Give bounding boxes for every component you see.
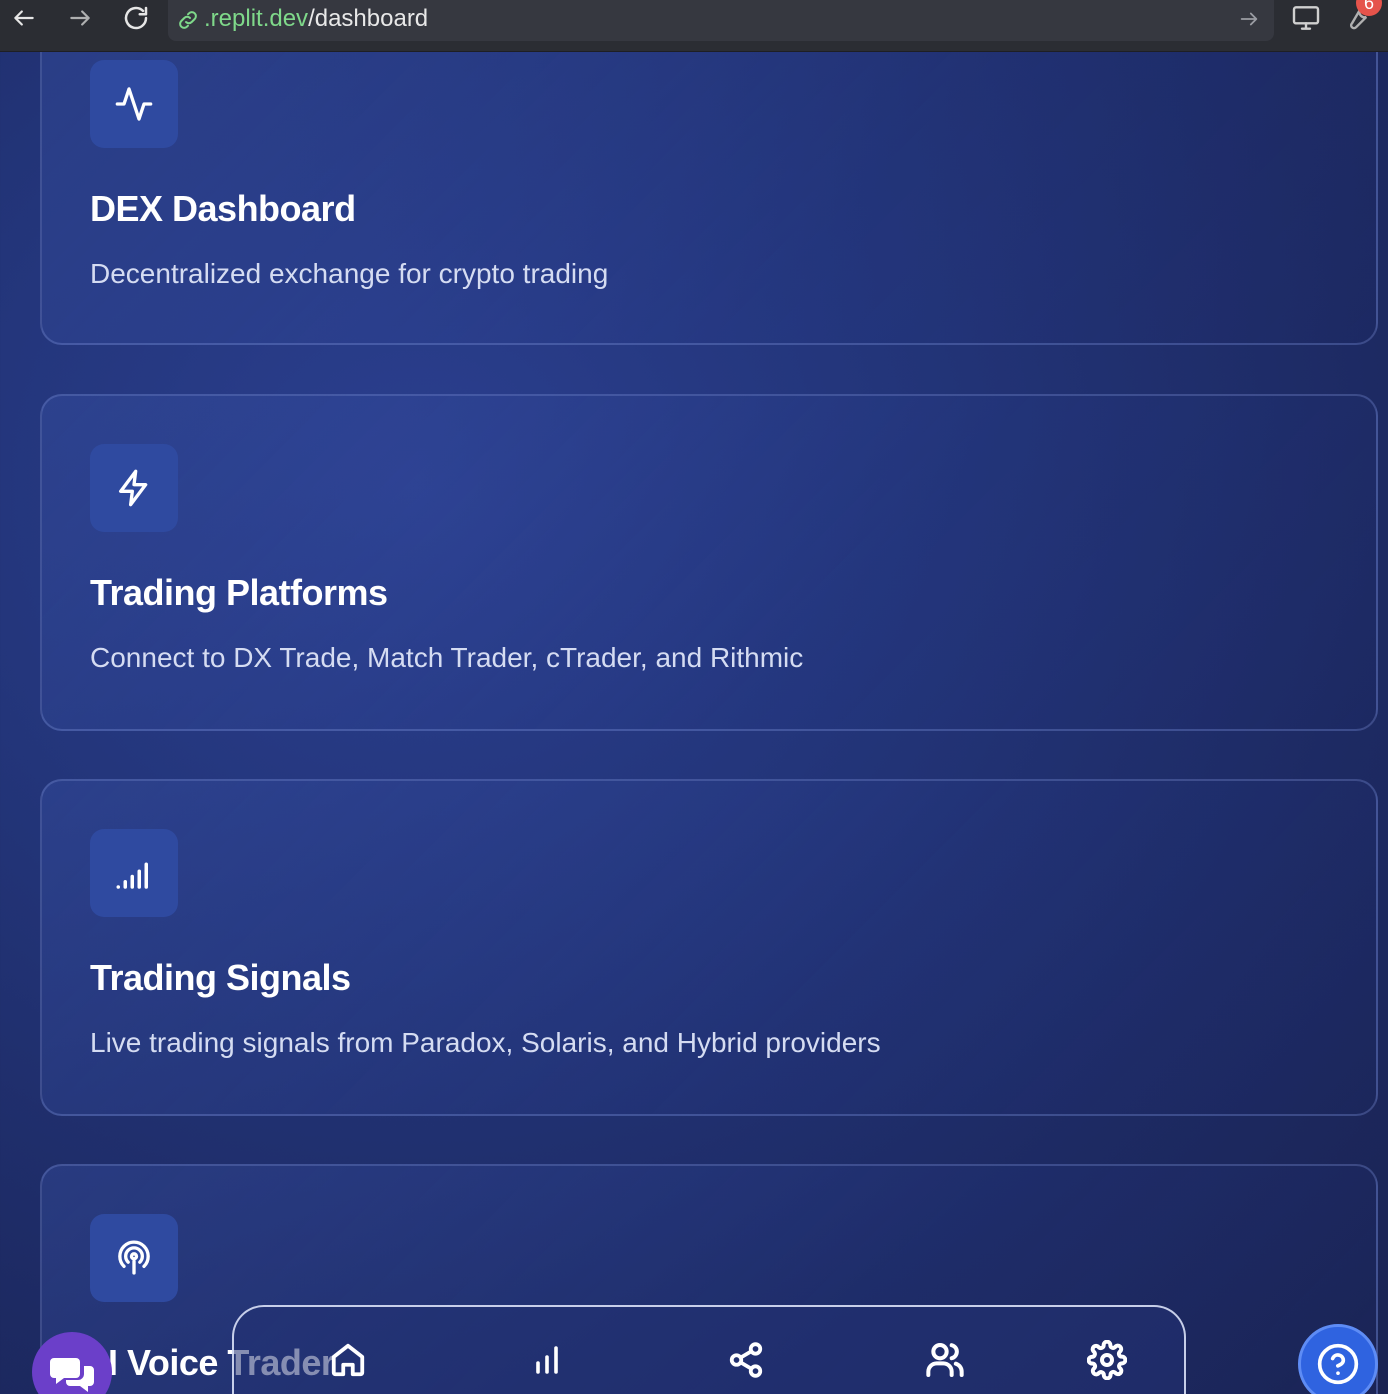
nav-home-button[interactable] — [328, 1340, 368, 1380]
card-title: DEX Dashboard — [90, 188, 356, 229]
users-icon — [926, 1343, 964, 1377]
nav-analytics-button[interactable] — [527, 1340, 567, 1380]
bottom-navigation — [232, 1305, 1186, 1394]
home-icon — [331, 1343, 365, 1377]
share-icon — [729, 1342, 763, 1378]
forward-button[interactable] — [62, 2, 98, 34]
card-description: Connect to DX Trade, Match Trader, cTrad… — [90, 642, 804, 673]
monitor-icon[interactable] — [1290, 2, 1322, 34]
reload-button[interactable] — [118, 2, 154, 34]
card-icon-box — [90, 444, 178, 532]
arrow-left-icon — [14, 10, 34, 26]
card-description: Live trading signals from Paradox, Solar… — [90, 1027, 881, 1058]
card-icon-box — [90, 1214, 178, 1302]
zap-icon — [119, 469, 148, 507]
card-title: Trading Signals — [90, 957, 351, 998]
arrow-right-icon — [70, 10, 90, 26]
podcast-icon — [118, 1240, 150, 1275]
card-icon-box — [90, 60, 178, 148]
url-path: /dashboard — [308, 5, 429, 32]
card-trading-signals[interactable]: Trading Signals Live trading signals fro… — [40, 779, 1378, 1116]
card-title: Trading Platforms — [90, 572, 388, 613]
card-trading-platforms[interactable]: Trading Platforms Connect to DX Trade, M… — [40, 394, 1378, 731]
help-icon — [1317, 1343, 1359, 1385]
nav-users-button[interactable] — [925, 1340, 965, 1380]
bar-chart-icon — [536, 1346, 558, 1374]
activity-icon — [115, 87, 153, 121]
card-icon-box — [90, 829, 178, 917]
url-text: .replit.dev/dashboard — [204, 5, 428, 33]
go-arrow-icon[interactable] — [1238, 8, 1260, 30]
chat-icon — [50, 1358, 94, 1392]
card-description: Decentralized exchange for crypto tradin… — [90, 258, 609, 289]
browser-toolbar: .replit.dev/dashboard 6 — [0, 0, 1388, 52]
signal-icon — [116, 862, 148, 889]
address-bar[interactable]: .replit.dev/dashboard — [168, 0, 1274, 41]
reload-icon — [124, 6, 148, 30]
nav-settings-button[interactable] — [1087, 1340, 1127, 1380]
settings-icon — [1087, 1340, 1127, 1380]
back-button[interactable] — [6, 2, 42, 34]
card-dex-dashboard[interactable]: DEX Dashboard Decentralized exchange for… — [40, 30, 1378, 345]
nav-share-button[interactable] — [726, 1340, 766, 1380]
link-icon — [179, 11, 197, 29]
help-button[interactable] — [1298, 1324, 1378, 1394]
url-host: .replit.dev — [204, 5, 309, 32]
